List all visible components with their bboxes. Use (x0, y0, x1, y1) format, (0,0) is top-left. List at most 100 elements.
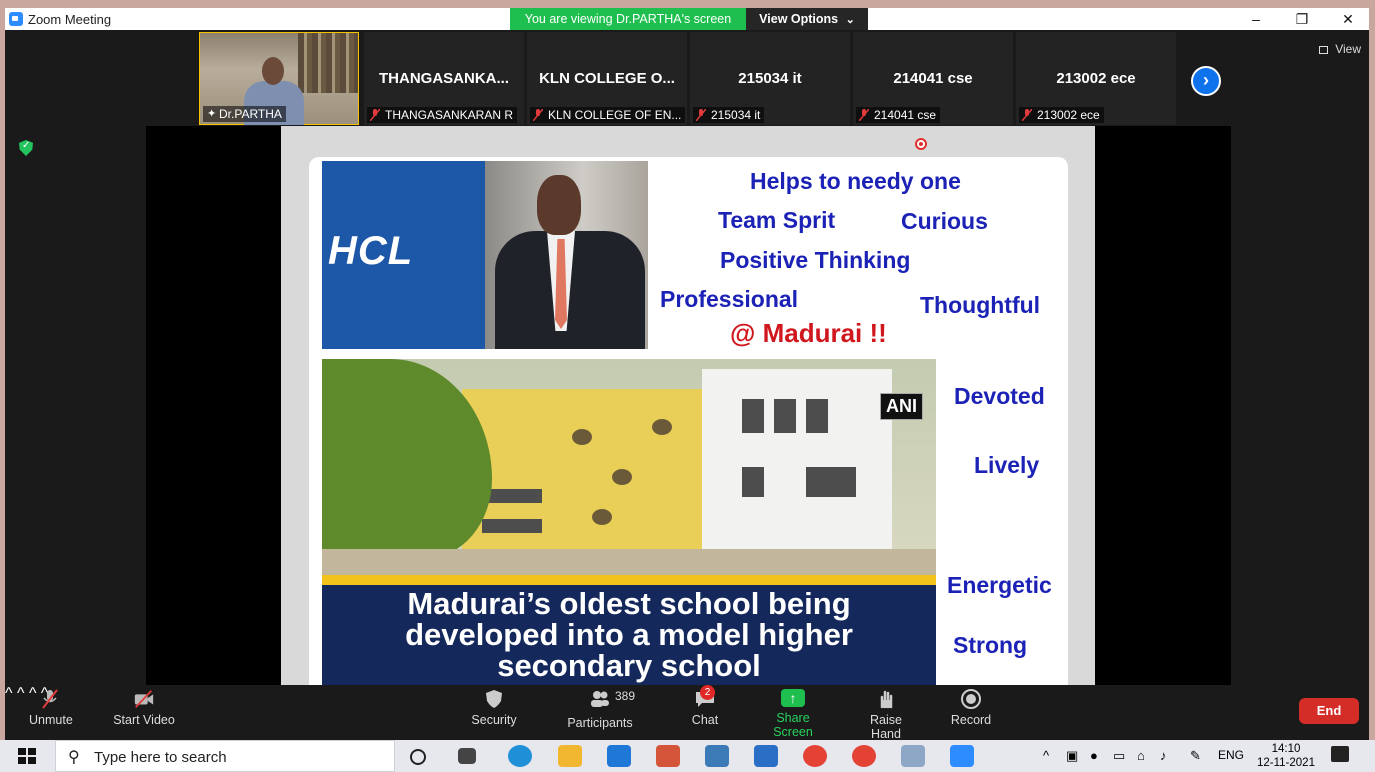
cortana-icon[interactable] (410, 749, 426, 765)
battery-icon[interactable]: ▭ (1113, 748, 1125, 764)
python-icon[interactable] (705, 745, 729, 767)
tray-overflow-icon[interactable]: ^ (1043, 748, 1049, 763)
minimize-button[interactable]: – (1233, 8, 1279, 30)
share-screen-label: Share Screen (773, 711, 813, 739)
building-window (806, 467, 856, 497)
notification-center-icon[interactable] (1331, 746, 1349, 762)
white-building (702, 369, 892, 569)
participant-tile[interactable]: 214041 cse 214041 cse (853, 32, 1013, 125)
caption-line: developed into a model higher (405, 617, 853, 652)
taskbar-search-input[interactable]: ⚲ Type here to search (55, 740, 395, 772)
participant-tile[interactable]: KLN COLLEGE O... KLN COLLEGE OF EN... (527, 32, 687, 125)
mail-icon[interactable] (607, 745, 631, 767)
start-video-button[interactable]: Start Video (113, 689, 175, 727)
participant-tile-partha[interactable]: ✦ Dr.PARTHA (199, 32, 359, 125)
vs-enterprise-icon[interactable] (754, 745, 778, 767)
porthole (592, 509, 612, 525)
clock-date: 12-11-2021 (1257, 757, 1315, 769)
caption-line: secondary school (497, 648, 761, 683)
task-view-icon[interactable] (458, 748, 476, 764)
participant-tile[interactable]: THANGASANKA... THANGASANKARAN R (364, 32, 524, 125)
building-window (742, 399, 764, 433)
raise-hand-button[interactable]: Raise Hand (855, 689, 917, 740)
edge-icon[interactable] (508, 745, 532, 767)
language-indicator[interactable]: ENG (1218, 748, 1244, 762)
participant-display-name: THANGASANKA... (379, 70, 509, 87)
slide-word-team: Team Sprit (718, 207, 836, 233)
news-caption: Madurai’s oldest school being developed … (322, 585, 936, 685)
record-label: Record (950, 713, 992, 727)
shared-screen: HCL Helps to needy one Team Sprit Curiou… (146, 126, 1231, 685)
network-icon[interactable]: ⌂ (1137, 748, 1145, 763)
zoom-taskbar-icon[interactable] (950, 745, 974, 767)
raise-hand-label: Raise Hand (870, 713, 902, 740)
paint-icon[interactable] (901, 745, 925, 767)
slide-word-lively: Lively (974, 452, 1040, 478)
share-screen-button[interactable]: ↑ Share Screen (757, 689, 829, 739)
slide-word-positive: Positive Thinking (720, 247, 911, 273)
end-meeting-button[interactable]: End (1299, 698, 1359, 724)
share-screen-icon: ↑ (781, 689, 805, 707)
ani-watermark: ANI (880, 393, 923, 420)
participant-name-tag: KLN COLLEGE OF EN... (530, 107, 686, 123)
slide-word-energetic: Energetic (947, 572, 1052, 598)
slide-word-professional: Professional (660, 286, 799, 312)
security-button[interactable]: Security (471, 689, 517, 727)
building-window (774, 399, 796, 433)
record-button[interactable]: Record (949, 689, 993, 727)
participant-video-strip: ✦ Dr.PARTHA THANGASANKA... THANGASANKARA… (5, 30, 1369, 126)
participant-count: 389 (615, 689, 636, 703)
view-options-label: View Options (759, 12, 839, 26)
start-video-label: Start Video (113, 713, 175, 727)
file-explorer-icon[interactable] (558, 745, 582, 767)
participant-tile[interactable]: 215034 it 215034 it (690, 32, 850, 125)
chevron-down-icon: ⌄ (845, 14, 855, 26)
participant-head (262, 57, 284, 85)
window-title: Zoom Meeting (28, 12, 112, 27)
volume-icon[interactable]: ♪ (1160, 748, 1167, 763)
video-off-icon (134, 690, 154, 708)
chat-button[interactable]: 2 Chat (688, 685, 722, 727)
chrome-profile-icon[interactable] (852, 745, 876, 767)
windows-start-icon[interactable] (18, 748, 36, 764)
mic-muted-icon (696, 109, 706, 121)
encryption-shield-icon[interactable] (19, 140, 33, 156)
building-window (806, 399, 828, 433)
audio-options-caret-icon[interactable]: ^ (5, 685, 13, 702)
view-options-button[interactable]: View Options ⌄ (746, 8, 868, 30)
matlab-icon[interactable] (656, 745, 680, 767)
mic-muted-icon (42, 689, 58, 709)
recording-indicator-icon (915, 138, 927, 150)
meet-now-icon[interactable]: ▣ (1066, 748, 1078, 764)
porthole (572, 429, 592, 445)
participant-tile[interactable]: 213002 ece 213002 ece (1016, 32, 1176, 125)
title-bar: Zoom Meeting You are viewing Dr.PARTHA's… (5, 8, 1369, 30)
mic-muted-icon (859, 109, 869, 121)
mic-muted-icon (1022, 109, 1032, 121)
clock-time: 14:10 (1271, 743, 1301, 755)
view-label: View (1335, 42, 1361, 56)
unmute-button[interactable]: Unmute (29, 689, 73, 727)
pen-icon[interactable]: ✎ (1190, 748, 1201, 764)
viewing-screen-banner: You are viewing Dr.PARTHA's screen (510, 8, 746, 30)
maximize-button[interactable]: ❐ (1279, 8, 1325, 30)
chrome-icon[interactable] (803, 745, 827, 767)
view-layout-button[interactable]: View (1318, 42, 1361, 56)
participant-name-tag: 215034 it (693, 107, 765, 123)
slide-word-devoted: Devoted (954, 383, 1045, 409)
chat-label: Chat (691, 713, 719, 727)
zoom-app-icon (9, 12, 23, 26)
security-label: Security (471, 713, 517, 727)
microphone-icon[interactable]: ● (1090, 748, 1098, 763)
participant-display-name: 214041 cse (893, 70, 973, 87)
participants-button[interactable]: 389 Participants (567, 689, 636, 730)
participant-name-tag: ✦ Dr.PARTHA (203, 106, 286, 122)
mic-muted-icon (370, 109, 380, 121)
close-button[interactable]: ✕ (1325, 8, 1369, 30)
windows-taskbar: ⚲ Type here to search ^ ▣ ● ▭ ⌂ ♪ ✎ ENG … (0, 740, 1375, 772)
meeting-toolbar: Unmute ^ Start Video ^ Security 389 Part… (5, 685, 1369, 740)
video-options-caret-icon[interactable]: ^ (17, 685, 25, 702)
taskbar-clock[interactable]: 14:10 12-11-2021 (1253, 742, 1319, 770)
next-page-arrow-icon[interactable]: › (1191, 66, 1221, 96)
caption-line: Madurai’s oldest school being (407, 586, 851, 621)
